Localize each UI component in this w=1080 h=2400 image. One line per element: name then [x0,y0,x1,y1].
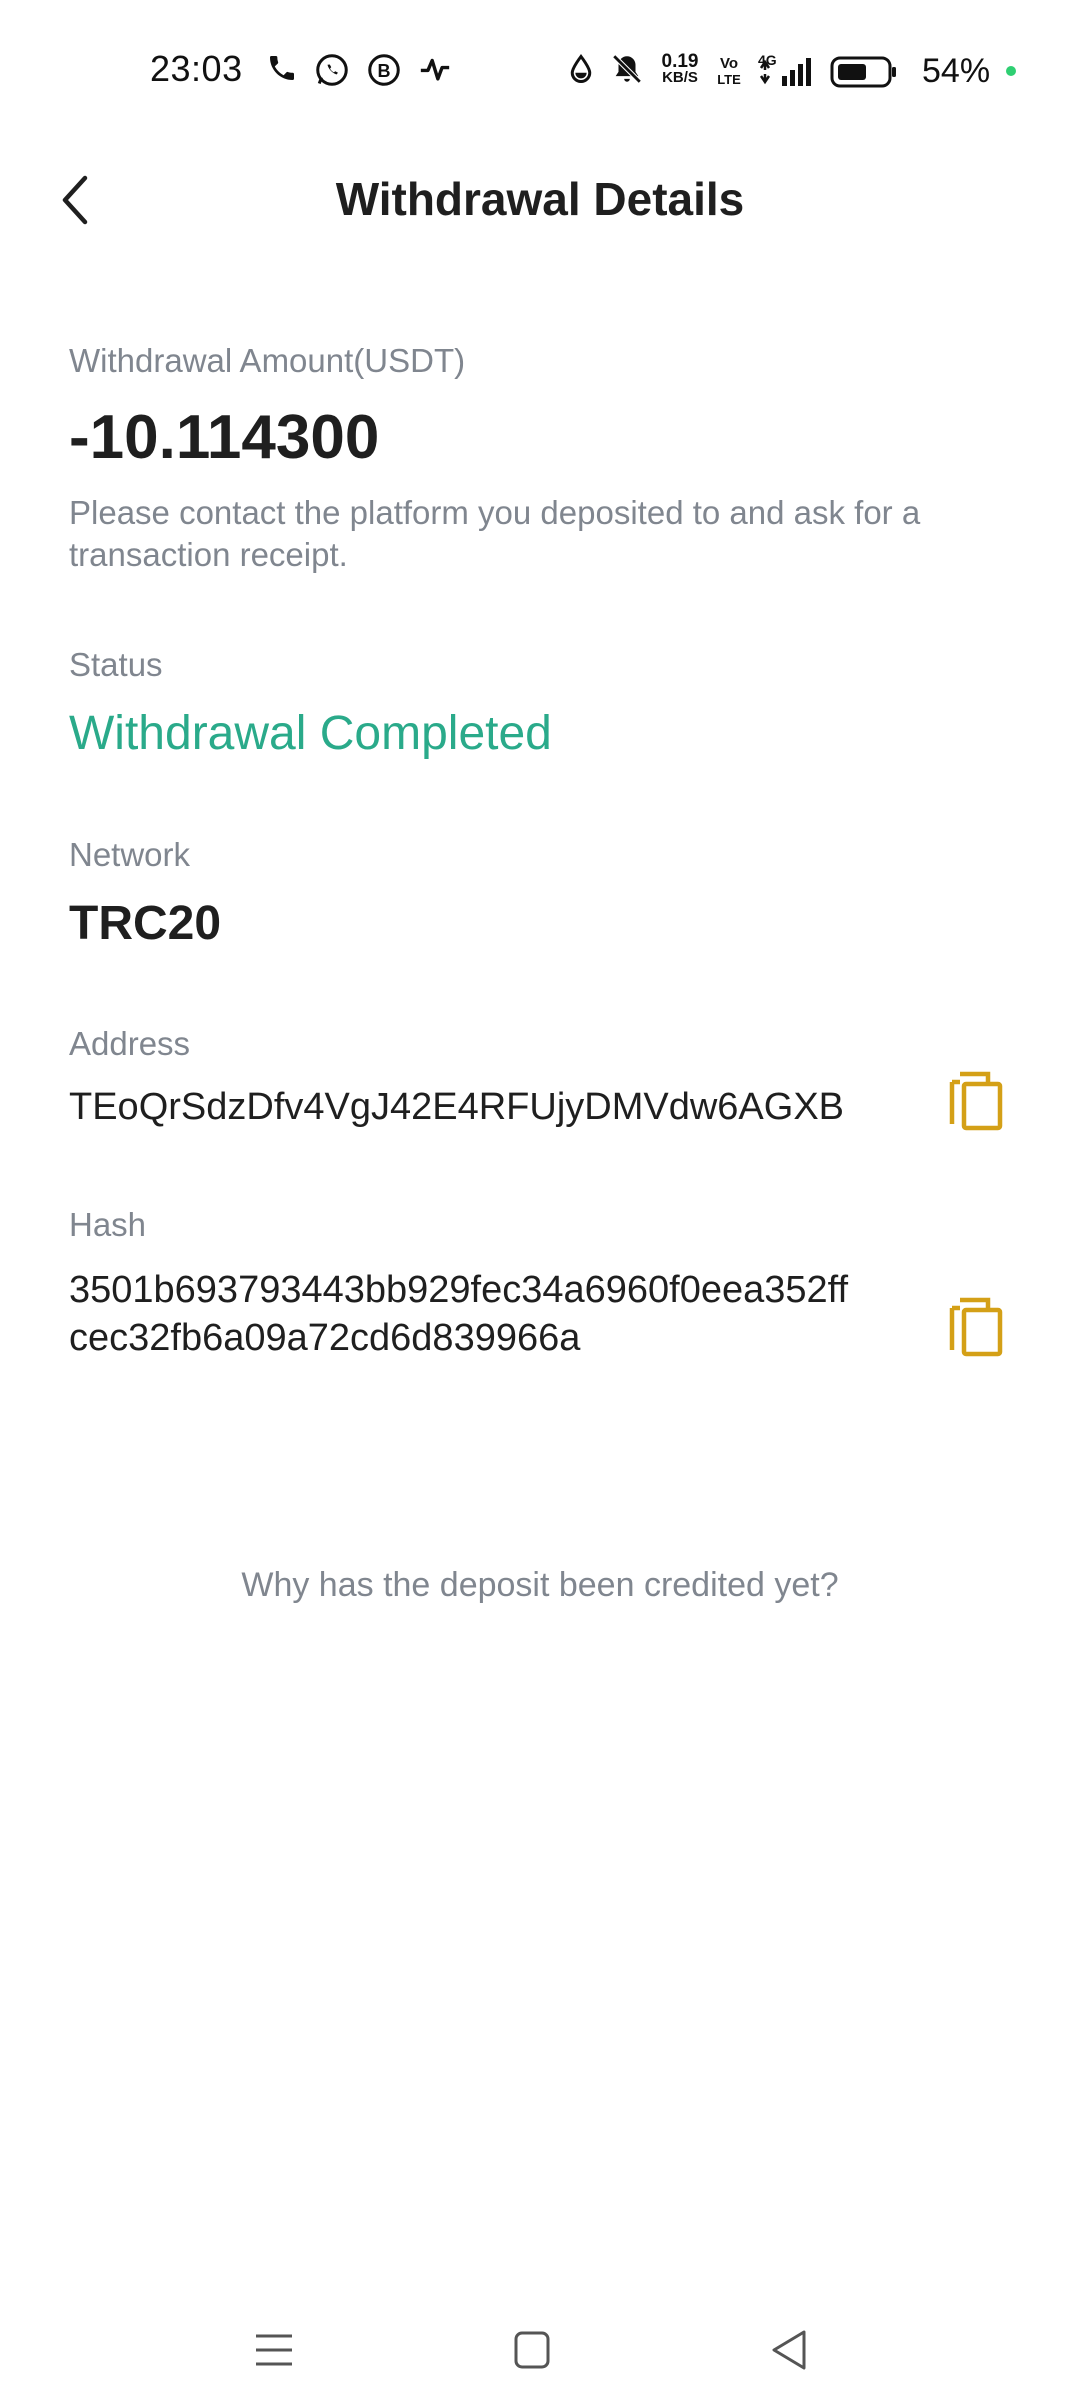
battery-icon [830,56,896,88]
status-value: Withdrawal Completed [69,707,552,760]
copy-icon [949,1071,1003,1131]
network-value: TRC20 [69,897,222,950]
volte-indicator: Vo LTE [714,56,744,88]
menu-icon[interactable] [244,2320,304,2380]
address-value: TEoQrSdzDfv4VgJ42E4RFUjyDMVdw6AGXB [69,1086,845,1128]
hash-label: Hash [69,1206,147,1243]
phone-icon [270,56,294,80]
net-speed-unit: KB/S [662,69,698,86]
copy-icon [949,1297,1003,1357]
bell-muted-icon [612,54,642,84]
amount-label: Withdrawal Amount(USDT) [69,342,466,379]
whatsapp-business-icon: B [368,54,400,86]
hash-value: 3501b693793443bb929fec34a6960f0eea352ff … [69,1266,929,1362]
svg-text:B: B [378,61,391,81]
activity-icon [420,58,450,81]
back-triangle-icon[interactable] [760,2320,820,2380]
home-square-icon[interactable] [502,2320,562,2380]
volte-bottom: LTE [717,72,741,87]
status-bar: 23:03 B 0.19 KB/S Vo LTE 4G 54% [0,0,1080,120]
address-label: Address [69,1025,191,1062]
header: Withdrawal Details [0,150,1080,250]
hash-line-2: cec32fb6a09a72cd6d839966a [69,1317,581,1359]
volte-top: Vo [719,55,739,72]
copy-hash-button[interactable] [948,1296,1008,1360]
hash-line-1: 3501b693793443bb929fec34a6960f0eea352ff [69,1269,849,1311]
battery-percent: 54% [922,52,991,90]
help-link[interactable]: Why has the deposit been credited yet? [0,1566,1080,1605]
water-drop-icon [570,54,592,83]
active-dot [1006,66,1016,76]
status-label: Status [69,646,163,683]
net-speed: 0.19 KB/S [656,51,704,86]
copy-address-button[interactable] [948,1070,1008,1134]
page-title: Withdrawal Details [335,173,745,225]
nav-bar [0,2300,1080,2400]
amount-value: -10.114300 [69,403,380,472]
receipt-note: Please contact the platform you deposite… [69,494,921,573]
net-speed-value: 0.19 [661,51,699,72]
network-label: Network [69,836,191,873]
signal-icon [759,58,811,86]
screen: 23:03 B 0.19 KB/S Vo LTE 4G 54% Withdraw… [0,0,1080,2400]
status-time: 23:03 [150,48,243,89]
whatsapp-icon [316,54,348,86]
